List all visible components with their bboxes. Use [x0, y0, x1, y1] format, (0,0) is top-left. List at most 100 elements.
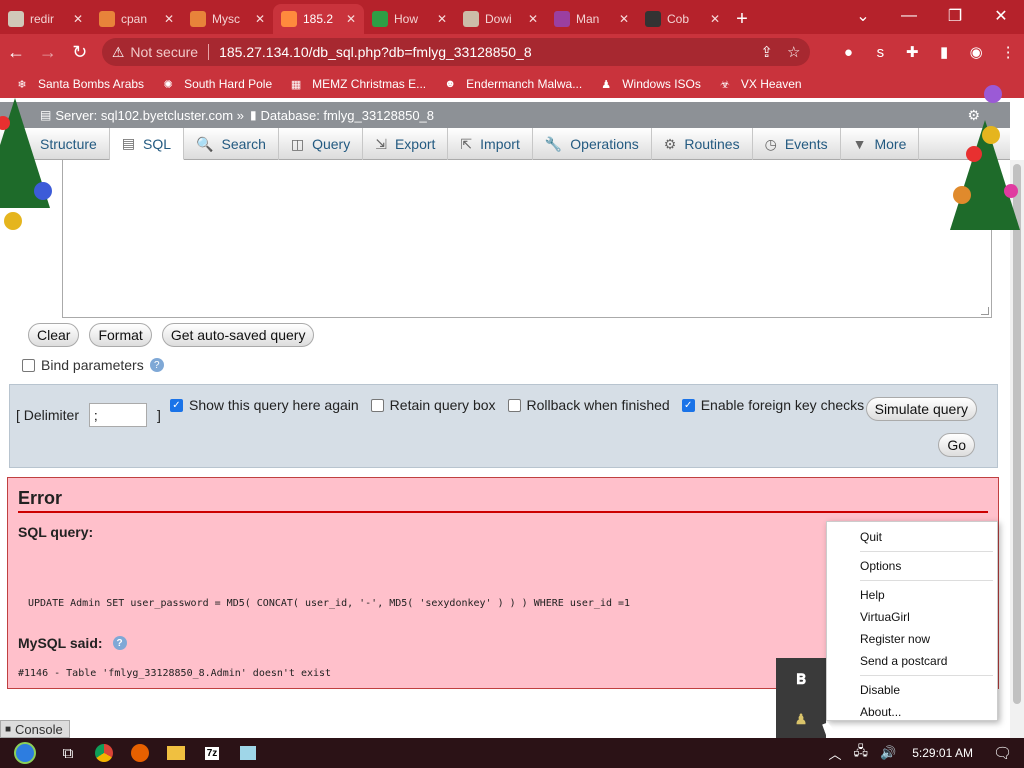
tab-close-icon[interactable]: ✕ [528, 12, 538, 26]
menu-icon[interactable]: ⋮ [992, 36, 1024, 68]
minimize-icon[interactable]: — [886, 0, 932, 32]
console-tab[interactable]: ■ Console [0, 720, 70, 738]
puzzle-icon[interactable]: ✚ [896, 36, 928, 68]
simulate-query-button[interactable]: Simulate query [865, 397, 977, 421]
menu-item[interactable]: Help [827, 584, 997, 606]
clock[interactable]: 5:29:01 AM [912, 746, 973, 760]
tab-favicon-icon [8, 11, 24, 27]
flag-extension-icon[interactable]: ● [832, 36, 864, 68]
sidebar-icon[interactable]: ▮ [928, 36, 960, 68]
menu-item[interactable]: Options [827, 555, 997, 577]
tab-close-icon[interactable]: ✕ [346, 12, 356, 26]
menu-item[interactable]: Register now [827, 628, 997, 650]
menu-item[interactable]: Disable [827, 679, 997, 701]
new-tab-button[interactable]: + [728, 4, 756, 34]
tray-virtuagirl-icon[interactable]: ♟ [788, 706, 814, 732]
chrome-icon[interactable] [86, 738, 122, 768]
start-icon[interactable] [0, 738, 50, 768]
url-text[interactable]: 185.27.134.10/db_sql.php?db=fmlyg_331288… [219, 44, 746, 60]
tab-routines[interactable]: ⚙ Routines [652, 128, 753, 160]
browser-tab[interactable]: Mysc ✕ [182, 4, 273, 34]
menu-item[interactable]: VirtuaGirl [827, 606, 997, 628]
task-view-icon[interactable]: ⧉ [50, 738, 86, 768]
browser-tab[interactable]: Cob ✕ [637, 4, 728, 34]
breadcrumb-database[interactable]: Database: fmlyg_33128850_8 [261, 108, 434, 123]
close-window-icon[interactable]: ✕ [978, 0, 1024, 32]
snowflake-icon: ❄ [17, 78, 27, 91]
scrollbar-thumb[interactable] [1013, 164, 1021, 704]
tray-chevron-icon[interactable]: ︿ [829, 744, 842, 763]
bookmark-star-icon[interactable]: ☆ [787, 43, 800, 61]
option-checkbox[interactable]: ✓ [681, 398, 695, 412]
bookmark-item[interactable]: ❄ Santa Bombs Arabs [14, 76, 144, 92]
menu-item[interactable]: About... [827, 701, 997, 723]
help-icon[interactable]: ? [149, 358, 164, 372]
reload-icon[interactable]: ↻ [64, 36, 96, 68]
tab-search[interactable]: 🔍 Search [184, 128, 279, 160]
tab-import[interactable]: ⇱ Import [448, 128, 533, 160]
tray-app-b-icon[interactable]: 𝐁 [788, 666, 814, 692]
address-bar[interactable]: ⚠ Not secure 185.27.134.10/db_sql.php?db… [101, 38, 811, 66]
back-icon[interactable]: ← [0, 36, 32, 68]
bookmark-label: VX Heaven [740, 77, 802, 91]
notifications-icon[interactable]: 🗨 [993, 744, 1012, 762]
browser-tab[interactable]: Man ✕ [546, 4, 637, 34]
file-explorer-icon[interactable] [158, 738, 194, 768]
tab-more[interactable]: ▼ More [841, 128, 920, 160]
delimiter-label: [ Delimiter [16, 407, 80, 423]
share-icon[interactable]: ⇪ [760, 43, 773, 61]
menu-item[interactable]: Quit [827, 526, 997, 548]
tab-close-icon[interactable]: ✕ [710, 12, 720, 26]
forward-icon[interactable]: → [32, 36, 64, 68]
browser-tab[interactable]: redir ✕ [0, 4, 91, 34]
option-checkbox[interactable] [370, 398, 384, 412]
app-window-icon[interactable] [230, 738, 266, 768]
menu-item[interactable]: Send a postcard [827, 650, 997, 672]
tab-close-icon[interactable]: ✕ [164, 12, 174, 26]
volume-icon[interactable]: 🔊 [880, 745, 896, 761]
maximize-icon[interactable]: ❐ [932, 0, 978, 32]
option-checkbox[interactable] [507, 398, 521, 412]
network-icon[interactable]: 🖧 [854, 742, 869, 764]
browser-tab[interactable]: 185.2 ✕ [273, 4, 364, 34]
bookmark-item[interactable]: ▦ MEMZ Christmas E... [288, 76, 426, 92]
autosaved-query-button[interactable]: Get auto-saved query [161, 323, 315, 347]
bookmark-item[interactable]: ✺ South Hard Pole [160, 76, 272, 92]
format-button[interactable]: Format [89, 323, 152, 347]
bookmark-item[interactable]: ♟ Windows ISOs [598, 76, 701, 92]
docs-help-icon[interactable]: ? [112, 636, 127, 650]
tab-sql[interactable]: ▤ SQL [109, 128, 185, 160]
sql-textarea[interactable] [62, 160, 992, 318]
tab-close-icon[interactable]: ✕ [619, 12, 629, 26]
bind-parameters-checkbox[interactable] [22, 358, 35, 372]
go-button[interactable]: Go [938, 433, 975, 457]
clear-button[interactable]: Clear [28, 323, 80, 347]
resize-handle[interactable] [981, 307, 989, 315]
tab-search-icon[interactable]: ⌄ [840, 0, 886, 32]
breadcrumb-server[interactable]: Server: sql102.byetcluster.com » [55, 108, 244, 123]
delimiter-input[interactable] [89, 403, 148, 427]
bookmark-item[interactable]: ☻ Endermanch Malwa... [442, 76, 582, 92]
person-icon: ♟ [601, 78, 612, 91]
tab-favicon-icon [645, 11, 661, 27]
page-scrollbar[interactable] [1010, 160, 1024, 738]
tab-close-icon[interactable]: ✕ [255, 12, 265, 26]
bookmark-item[interactable]: ☣ VX Heaven [717, 76, 802, 92]
tab-events[interactable]: ◷ Events [753, 128, 841, 160]
tab-close-icon[interactable]: ✕ [437, 12, 447, 26]
tab-export[interactable]: ⇲ Export [363, 128, 449, 160]
7zip-icon[interactable]: 7z [194, 738, 230, 768]
tab-close-icon[interactable]: ✕ [73, 12, 83, 26]
error-message: #1146 - Table 'fmlyg_33128850_8.Admin' d… [18, 668, 332, 679]
tab-query[interactable]: ◫ Query [279, 128, 364, 160]
firefox-icon[interactable] [122, 738, 158, 768]
profile-icon[interactable]: ◉ [960, 36, 992, 68]
browser-tab[interactable]: Dowi ✕ [455, 4, 546, 34]
tab-operations[interactable]: 🔧 Operations [533, 128, 652, 160]
query-option: ✓ Show this query here again [170, 397, 359, 413]
browser-tab[interactable]: cpan ✕ [91, 4, 182, 34]
browser-tab[interactable]: How ✕ [364, 4, 455, 34]
tab-favicon-icon [281, 11, 297, 27]
option-checkbox[interactable]: ✓ [170, 398, 183, 412]
s-extension-icon[interactable]: s [864, 36, 896, 68]
